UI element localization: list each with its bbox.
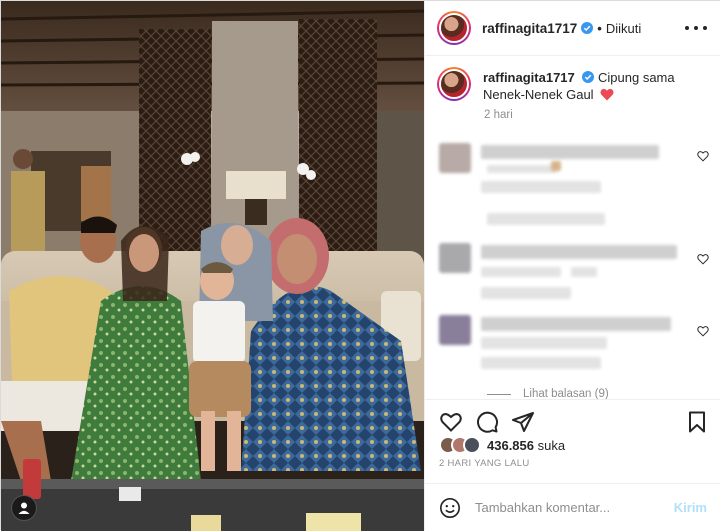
view-replies-link[interactable]: Lihat balasan (9): [487, 388, 609, 399]
post-photo-illustration: [1, 1, 424, 531]
comment-text-blurred: [481, 145, 659, 159]
comments-list: Lihat balasan (9): [425, 131, 720, 399]
comment-avatar: [439, 243, 471, 273]
likes-count: 436.856: [487, 437, 534, 453]
comment-like-heart-icon[interactable]: [697, 253, 709, 265]
view-replies-label: Lihat balasan (9): [523, 388, 609, 399]
more-options-icon[interactable]: [685, 20, 707, 36]
comment-avatar: [439, 143, 471, 173]
emoji-icon[interactable]: [439, 497, 461, 519]
avatar-image: [439, 13, 469, 43]
comment-avatar: [439, 315, 471, 345]
heart-icon[interactable]: [439, 410, 463, 434]
user-tag-icon[interactable]: [11, 495, 37, 521]
comment-bubble-icon[interactable]: [475, 410, 499, 434]
likes-suffix: suka: [537, 437, 566, 453]
comment-text-blurred: [487, 165, 557, 173]
comment-meta-blurred: [481, 357, 601, 369]
avatar-image: [439, 69, 469, 99]
separator-dot: •: [597, 20, 602, 36]
verified-badge-icon: [581, 22, 594, 34]
post-caption: raffinagita1717 Cipung sama Nenek-Nenek …: [437, 67, 709, 103]
comment-text-blurred: [481, 267, 561, 277]
comment-text-blurred: [571, 267, 597, 277]
comment-text-blurred: [481, 181, 601, 193]
verified-badge-icon: [582, 71, 595, 83]
comment-input[interactable]: [475, 500, 665, 515]
add-comment-bar: Kirim: [425, 483, 720, 531]
post-photo[interactable]: [1, 1, 424, 531]
post-author-username[interactable]: raffinagita1717: [482, 21, 577, 36]
comment-meta-blurred: [481, 287, 571, 299]
paper-plane-icon[interactable]: [511, 410, 535, 434]
caption-text-block: raffinagita1717 Cipung sama Nenek-Nenek …: [483, 67, 709, 103]
comment-emoji-blurred: [551, 161, 561, 171]
liker-avatar: [463, 436, 481, 454]
caption-username[interactable]: raffinagita1717: [483, 70, 575, 85]
comment-meta-blurred: [487, 213, 605, 225]
comment-like-heart-icon[interactable]: [697, 325, 709, 337]
comment-like-heart-icon[interactable]: [697, 150, 709, 162]
post-header: raffinagita1717 • Diikuti: [425, 1, 720, 56]
follow-status-button[interactable]: Diikuti: [606, 21, 641, 36]
comment-text-blurred: [481, 245, 677, 259]
post-details-panel: raffinagita1717 • Diikuti raffinagita171…: [424, 1, 720, 531]
caption-timestamp: 2 hari: [484, 109, 513, 121]
bookmark-icon[interactable]: [685, 410, 709, 434]
red-heart-emoji-icon: [600, 88, 614, 101]
post-comment-button[interactable]: Kirim: [674, 500, 707, 515]
post-timestamp[interactable]: 2 HARI YANG LALU: [439, 458, 530, 469]
likes-row[interactable]: 436.856 suka: [439, 435, 565, 455]
comment-text-blurred: [481, 337, 607, 349]
likes-count-label[interactable]: 436.856 suka: [487, 438, 565, 453]
avatar[interactable]: [437, 11, 471, 45]
caption-avatar[interactable]: [437, 67, 471, 101]
instagram-post-window: raffinagita1717 • Diikuti raffinagita171…: [0, 0, 720, 531]
comment-text-blurred: [481, 317, 671, 331]
replies-line: [487, 393, 511, 395]
